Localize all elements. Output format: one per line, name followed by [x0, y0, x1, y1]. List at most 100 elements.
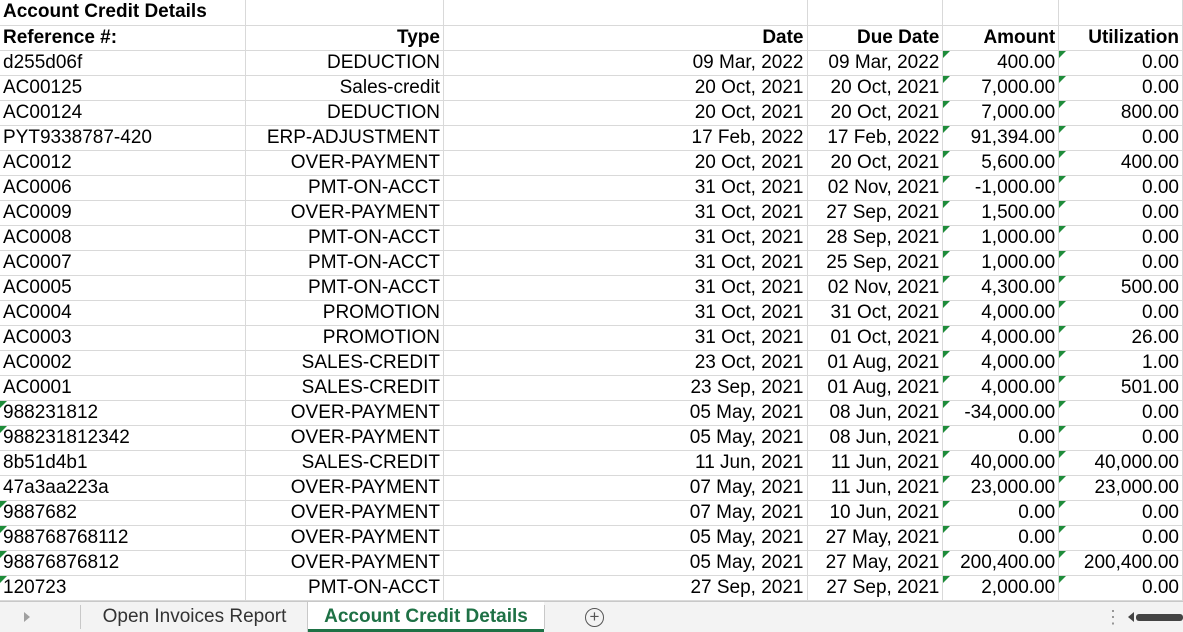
- cell-reference[interactable]: AC0009: [0, 200, 247, 226]
- cell-reference[interactable]: PYT9338787-420: [0, 125, 247, 151]
- cell-amount[interactable]: 7,000.00: [942, 100, 1060, 126]
- header-due-date[interactable]: Due Date: [807, 25, 944, 51]
- cell-type[interactable]: PMT-ON-ACCT: [245, 225, 444, 251]
- cell-amount[interactable]: 91,394.00: [942, 125, 1060, 151]
- cell-due-date[interactable]: 20 Oct, 2021: [807, 150, 944, 176]
- tab-open-invoices-report[interactable]: Open Invoices Report: [82, 602, 308, 632]
- cell-utilization[interactable]: 0.00: [1058, 250, 1183, 276]
- cell-type[interactable]: DEDUCTION: [245, 100, 444, 126]
- cell-utilization[interactable]: 500.00: [1058, 275, 1183, 301]
- cell-type[interactable]: DEDUCTION: [245, 50, 444, 76]
- cell-reference[interactable]: AC0007: [0, 250, 247, 276]
- cell-utilization[interactable]: 0.00: [1058, 225, 1183, 251]
- header-reference[interactable]: Reference #:: [0, 25, 247, 51]
- cell-reference[interactable]: 98876876812: [0, 550, 247, 576]
- cell-type[interactable]: OVER-PAYMENT: [245, 500, 444, 526]
- spreadsheet-grid[interactable]: Account Credit Details Reference #: Type…: [0, 0, 1183, 601]
- cell-reference[interactable]: AC0012: [0, 150, 247, 176]
- more-options-icon[interactable]: ⋮: [1104, 606, 1122, 628]
- header-amount[interactable]: Amount: [942, 25, 1060, 51]
- cell-date[interactable]: 31 Oct, 2021: [443, 325, 808, 351]
- cell-utilization[interactable]: 0.00: [1058, 500, 1183, 526]
- cell-type[interactable]: OVER-PAYMENT: [245, 400, 444, 426]
- cell-utilization[interactable]: 0.00: [1058, 575, 1183, 601]
- cell-reference[interactable]: 988231812: [0, 400, 247, 426]
- cell-due-date[interactable]: 01 Aug, 2021: [807, 375, 944, 401]
- cell-due-date[interactable]: 11 Jun, 2021: [807, 475, 944, 501]
- cell-reference[interactable]: AC0004: [0, 300, 247, 326]
- cell-reference[interactable]: d255d06f: [0, 50, 247, 76]
- cell-utilization[interactable]: 0.00: [1058, 75, 1183, 101]
- header-utilization[interactable]: Utilization: [1058, 25, 1183, 51]
- cell-amount[interactable]: 4,000.00: [942, 300, 1060, 326]
- cell-date[interactable]: 20 Oct, 2021: [443, 100, 808, 126]
- scroll-tabs-right-icon[interactable]: [24, 612, 30, 622]
- cell-amount[interactable]: 7,000.00: [942, 75, 1060, 101]
- cell-amount[interactable]: 1,000.00: [942, 250, 1060, 276]
- cell-date[interactable]: 23 Sep, 2021: [443, 375, 808, 401]
- cell-utilization[interactable]: 1.00: [1058, 350, 1183, 376]
- empty-cell[interactable]: [807, 0, 944, 26]
- cell-reference[interactable]: 9887682: [0, 500, 247, 526]
- cell-utilization[interactable]: 26.00: [1058, 325, 1183, 351]
- cell-amount[interactable]: 23,000.00: [942, 475, 1060, 501]
- cell-reference[interactable]: AC0003: [0, 325, 247, 351]
- cell-date[interactable]: 20 Oct, 2021: [443, 75, 808, 101]
- cell-reference[interactable]: AC0002: [0, 350, 247, 376]
- cell-amount[interactable]: 4,000.00: [942, 325, 1060, 351]
- cell-type[interactable]: OVER-PAYMENT: [245, 150, 444, 176]
- cell-amount[interactable]: -34,000.00: [942, 400, 1060, 426]
- cell-type[interactable]: PMT-ON-ACCT: [245, 175, 444, 201]
- tab-account-credit-details[interactable]: Account Credit Details: [308, 602, 544, 632]
- cell-amount[interactable]: 40,000.00: [942, 450, 1060, 476]
- cell-amount[interactable]: 0.00: [942, 500, 1060, 526]
- cell-utilization[interactable]: 200,400.00: [1058, 550, 1183, 576]
- cell-type[interactable]: OVER-PAYMENT: [245, 475, 444, 501]
- header-type[interactable]: Type: [245, 25, 444, 51]
- cell-type[interactable]: ERP-ADJUSTMENT: [245, 125, 444, 151]
- cell-due-date[interactable]: 08 Jun, 2021: [807, 425, 944, 451]
- cell-reference[interactable]: 988768768112: [0, 525, 247, 551]
- cell-type[interactable]: Sales-credit: [245, 75, 444, 101]
- cell-reference[interactable]: AC00124: [0, 100, 247, 126]
- cell-type[interactable]: PROMOTION: [245, 300, 444, 326]
- cell-type[interactable]: OVER-PAYMENT: [245, 200, 444, 226]
- cell-date[interactable]: 11 Jun, 2021: [443, 450, 808, 476]
- cell-amount[interactable]: 1,000.00: [942, 225, 1060, 251]
- cell-amount[interactable]: 1,500.00: [942, 200, 1060, 226]
- cell-due-date[interactable]: 11 Jun, 2021: [807, 450, 944, 476]
- cell-date[interactable]: 23 Oct, 2021: [443, 350, 808, 376]
- cell-utilization[interactable]: 0.00: [1058, 175, 1183, 201]
- cell-due-date[interactable]: 20 Oct, 2021: [807, 75, 944, 101]
- empty-cell[interactable]: [942, 0, 1060, 26]
- cell-reference[interactable]: AC0008: [0, 225, 247, 251]
- cell-amount[interactable]: 400.00: [942, 50, 1060, 76]
- cell-date[interactable]: 05 May, 2021: [443, 525, 808, 551]
- cell-due-date[interactable]: 01 Oct, 2021: [807, 325, 944, 351]
- cell-due-date[interactable]: 20 Oct, 2021: [807, 100, 944, 126]
- cell-type[interactable]: PMT-ON-ACCT: [245, 250, 444, 276]
- cell-due-date[interactable]: 10 Jun, 2021: [807, 500, 944, 526]
- cell-reference[interactable]: 47a3aa223a: [0, 475, 247, 501]
- cell-date[interactable]: 27 Sep, 2021: [443, 575, 808, 601]
- cell-utilization[interactable]: 0.00: [1058, 50, 1183, 76]
- cell-type[interactable]: OVER-PAYMENT: [245, 525, 444, 551]
- cell-due-date[interactable]: 02 Nov, 2021: [807, 175, 944, 201]
- cell-due-date[interactable]: 27 Sep, 2021: [807, 200, 944, 226]
- cell-type[interactable]: PMT-ON-ACCT: [245, 575, 444, 601]
- cell-amount[interactable]: 200,400.00: [942, 550, 1060, 576]
- cell-amount[interactable]: 4,000.00: [942, 375, 1060, 401]
- cell-due-date[interactable]: 02 Nov, 2021: [807, 275, 944, 301]
- cell-reference[interactable]: AC0006: [0, 175, 247, 201]
- cell-utilization[interactable]: 0.00: [1058, 125, 1183, 151]
- cell-date[interactable]: 07 May, 2021: [443, 500, 808, 526]
- cell-date[interactable]: 20 Oct, 2021: [443, 150, 808, 176]
- cell-reference[interactable]: AC00125: [0, 75, 247, 101]
- add-sheet-icon[interactable]: +: [585, 608, 604, 627]
- cell-date[interactable]: 31 Oct, 2021: [443, 300, 808, 326]
- cell-date[interactable]: 31 Oct, 2021: [443, 225, 808, 251]
- cell-utilization[interactable]: 40,000.00: [1058, 450, 1183, 476]
- empty-cell[interactable]: [443, 0, 808, 26]
- cell-utilization[interactable]: 800.00: [1058, 100, 1183, 126]
- cell-date[interactable]: 17 Feb, 2022: [443, 125, 808, 151]
